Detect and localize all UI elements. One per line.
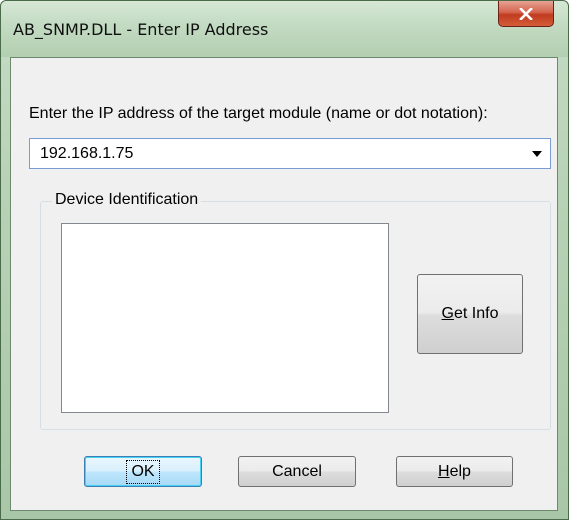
ip-prompt-label: Enter the IP address of the target modul… (29, 105, 488, 122)
cancel-label: Cancel (272, 462, 322, 480)
ip-address-value[interactable]: 192.168.1.75 (40, 145, 133, 163)
get-info-button[interactable]: Get Info (417, 274, 523, 354)
device-identification-label: Device Identification (52, 191, 202, 209)
close-button[interactable] (498, 1, 554, 27)
device-info-textbox[interactable] (61, 223, 389, 413)
ok-label: OK (126, 459, 160, 484)
help-label: Help (438, 462, 471, 480)
close-icon (519, 7, 533, 20)
dropdown-arrow-icon[interactable] (532, 151, 542, 157)
ip-address-combobox[interactable]: 192.168.1.75 (29, 138, 551, 169)
title-bar[interactable]: AB_SNMP.DLL - Enter IP Address (1, 1, 568, 57)
help-button[interactable]: Help (396, 456, 513, 487)
ok-button[interactable]: OK (84, 456, 202, 487)
window-title: AB_SNMP.DLL - Enter IP Address (13, 20, 269, 39)
cancel-button[interactable]: Cancel (238, 456, 356, 487)
get-info-label: Get Info (441, 305, 499, 322)
